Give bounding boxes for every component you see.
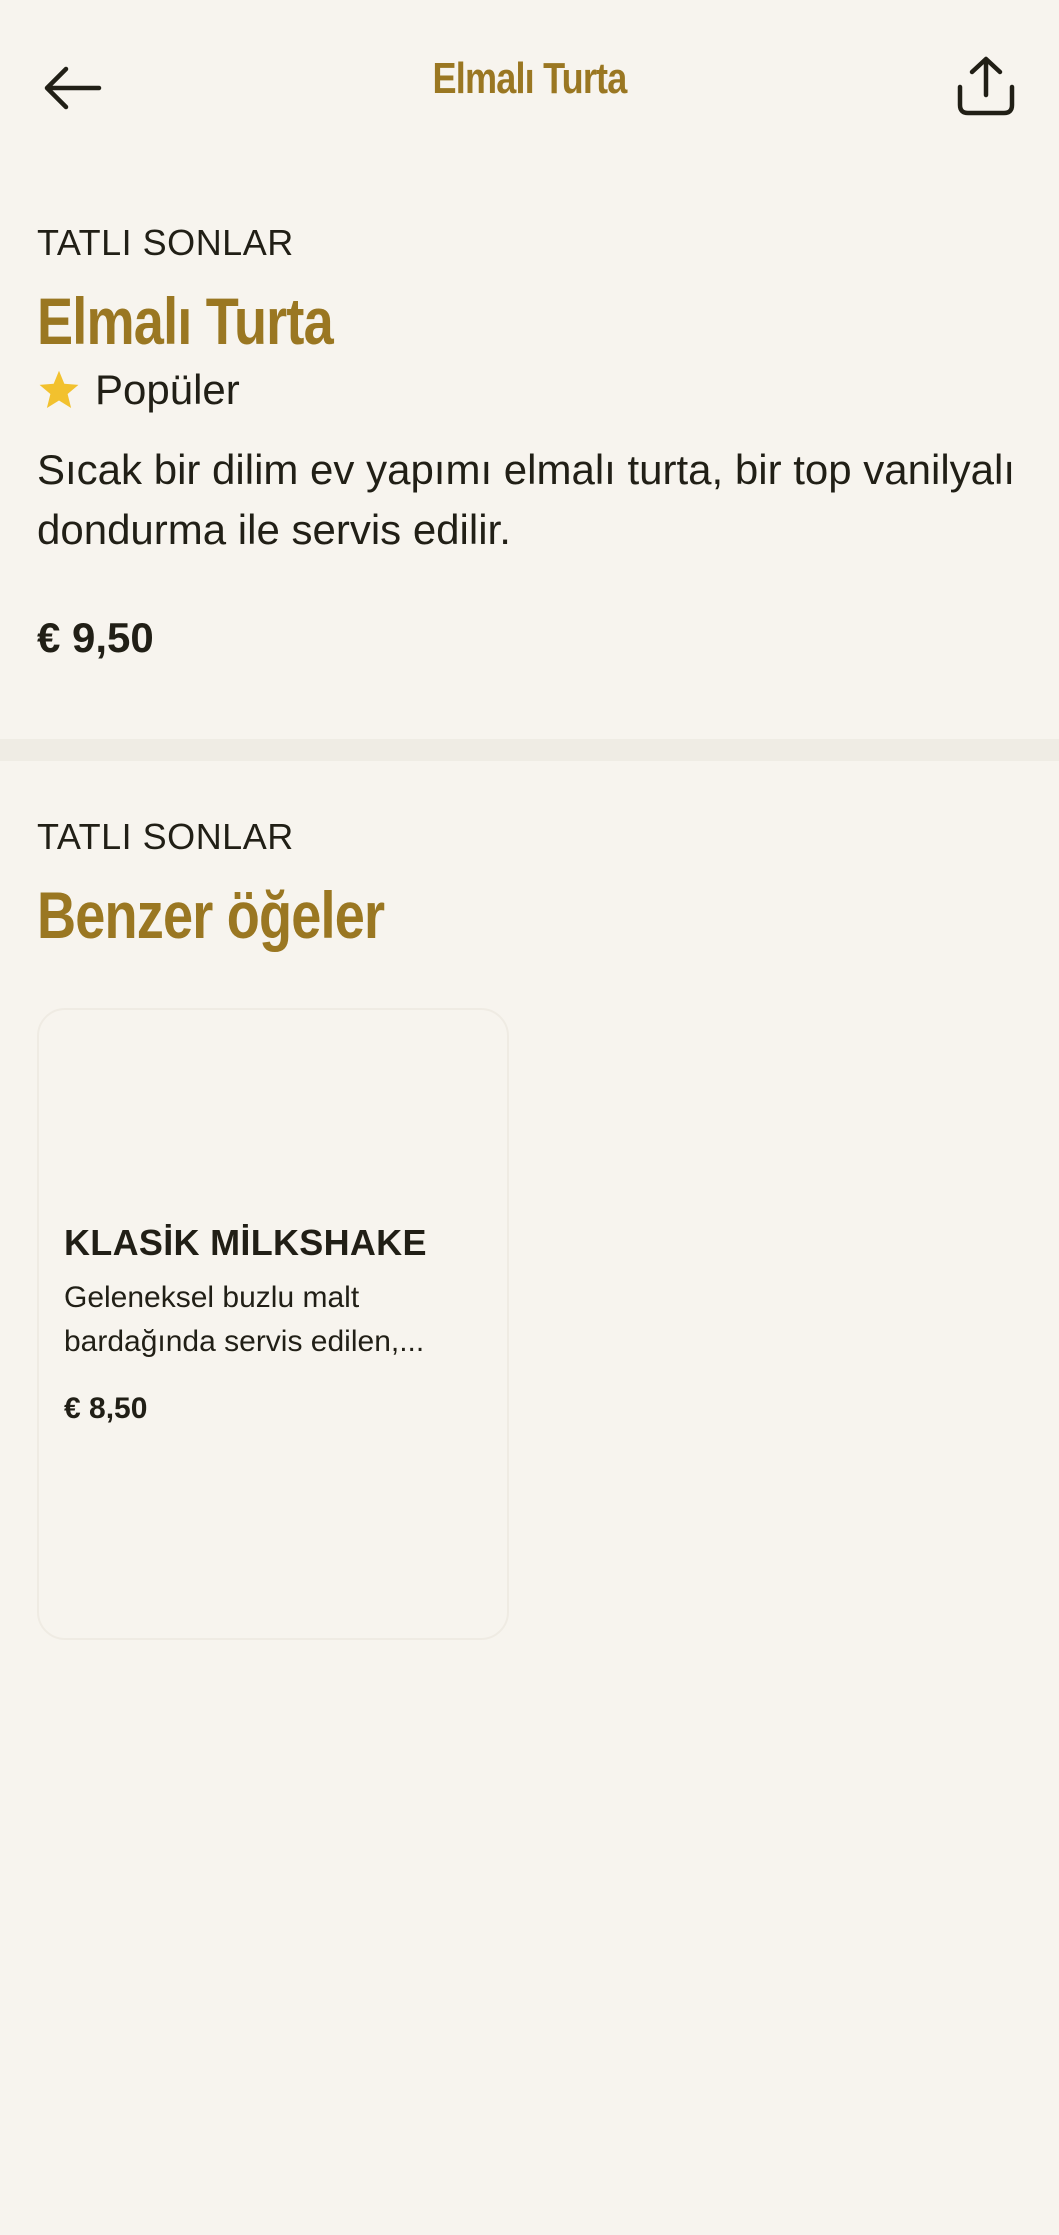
item-image-placeholder	[39, 1010, 507, 1210]
item-title: Elmalı Turta	[37, 284, 334, 358]
popular-label: Popüler	[95, 366, 240, 413]
item-details: TATLI SONLAR Elmalı Turta Popüler Sıcak …	[37, 222, 1022, 662]
card-item-description: Geleneksel buzlu malt bardağında servis …	[64, 1281, 425, 1358]
top-bar-title: Elmalı Turta	[432, 54, 627, 103]
share-icon	[957, 56, 1015, 116]
item-price: € 9,50	[37, 614, 154, 661]
popular-badge: Popüler	[37, 366, 1022, 414]
item-description: Sıcak bir dilim ev yapımı elmalı turta, …	[37, 446, 1016, 553]
section-divider	[0, 739, 1059, 761]
item-category: TATLI SONLAR	[37, 222, 294, 263]
similar-category: TATLI SONLAR	[37, 816, 294, 857]
similar-item-card[interactable]: KLASİK MİLKSHAKE Geleneksel buzlu malt b…	[37, 1008, 509, 1640]
share-button[interactable]	[950, 50, 1022, 122]
similar-items-section: TATLI SONLAR Benzer öğeler	[37, 816, 1022, 958]
arrow-left-icon	[44, 66, 102, 110]
similar-title: Benzer öğeler	[37, 878, 385, 952]
top-app-bar: Elmalı Turta	[0, 0, 1059, 170]
card-item-price: € 8,50	[64, 1392, 148, 1425]
star-icon	[39, 370, 79, 408]
card-item-name: KLASİK MİLKSHAKE	[64, 1222, 427, 1263]
